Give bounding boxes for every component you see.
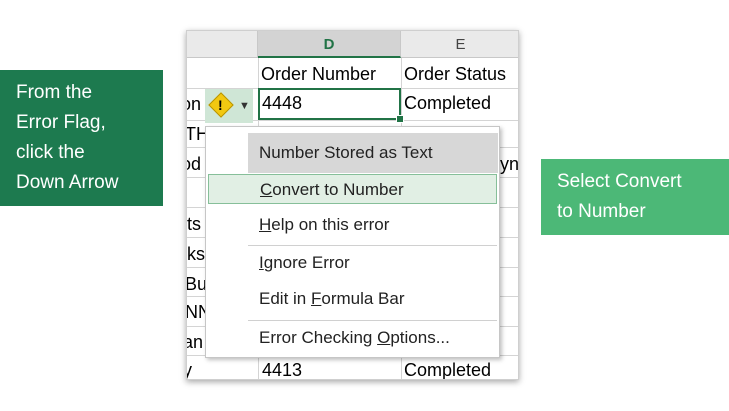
cell-d-header[interactable]: Order Number [261, 59, 399, 89]
column-header-c[interactable] [187, 31, 258, 58]
error-options-menu: Number Stored as Text Convert to Number … [205, 126, 500, 358]
menu-accelerator-key: O [377, 328, 391, 347]
menu-item-error-checking-options[interactable]: Error Checking Options... [206, 323, 499, 353]
callout-left-line-2: Error Flag, [16, 112, 106, 133]
active-cell-border [258, 88, 401, 120]
menu-item-ignore-error[interactable]: Ignore Error [206, 248, 499, 278]
error-flag-button[interactable]: ! ▼ [205, 89, 253, 123]
cell-c[interactable]: rts [187, 209, 205, 239]
cell-e-order-status[interactable]: Completed [404, 88, 518, 118]
column-header-d[interactable]: D [258, 31, 401, 58]
menu-item-edit-in-formula-bar[interactable]: Edit in Formula Bar [206, 284, 499, 314]
cell-c[interactable]: od [187, 149, 203, 179]
cell-c[interactable]: NN [187, 297, 205, 327]
menu-text: onvert to Number [272, 180, 404, 199]
menu-text: gnore Error [263, 253, 350, 272]
menu-text: Error Checking [259, 328, 378, 347]
cell-e[interactable]: yn [500, 149, 518, 179]
menu-separator [248, 320, 497, 321]
fill-handle[interactable] [396, 115, 404, 123]
cell-c[interactable]: an [187, 327, 205, 357]
menu-header-number-stored-as-text: Number Stored as Text [248, 133, 498, 173]
cell-c[interactable]: y [187, 355, 205, 379]
callout-right-line-2: to Number [557, 201, 646, 222]
callout-left: From the Error Flag, click the Down Arro… [0, 70, 163, 206]
callout-left-line-4: Down Arrow [16, 172, 119, 193]
menu-item-help-on-this-error[interactable]: Help on this error [206, 210, 499, 240]
menu-text: ormula Bar [321, 289, 405, 308]
dropdown-arrow-icon[interactable]: ▼ [239, 96, 250, 116]
menu-text: ptions... [390, 328, 450, 347]
menu-accelerator-key: C [260, 180, 273, 199]
column-header-e[interactable]: E [401, 31, 518, 58]
cell-c[interactable]: TH [187, 119, 205, 149]
callout-right-line-1: Select Convert [557, 171, 682, 192]
callout-right: Select Convert to Number [541, 159, 729, 235]
cell-c[interactable]: lks [187, 239, 205, 269]
cell-c[interactable]: Bu [187, 269, 205, 299]
spreadsheet-grid: D E Order Number Order Status on TH od r… [186, 30, 519, 380]
menu-item-convert-to-number[interactable]: Convert to Number [208, 174, 497, 204]
menu-accelerator-key: F [310, 289, 322, 308]
menu-text: elp on this error [271, 215, 390, 234]
menu-separator [248, 245, 497, 246]
cell-d-order-number[interactable]: 4413 [262, 355, 398, 379]
exclamation-icon: ! [218, 97, 223, 113]
cell-e-header[interactable]: Order Status [404, 59, 518, 89]
callout-left-line-3: click the [16, 142, 85, 163]
callout-left-line-1: From the [16, 82, 93, 103]
menu-text: Edit in [259, 289, 311, 308]
menu-accelerator-key: H [259, 215, 272, 234]
cell-e-order-status[interactable]: Completed [404, 355, 518, 379]
cell-c[interactable]: on [187, 89, 203, 119]
